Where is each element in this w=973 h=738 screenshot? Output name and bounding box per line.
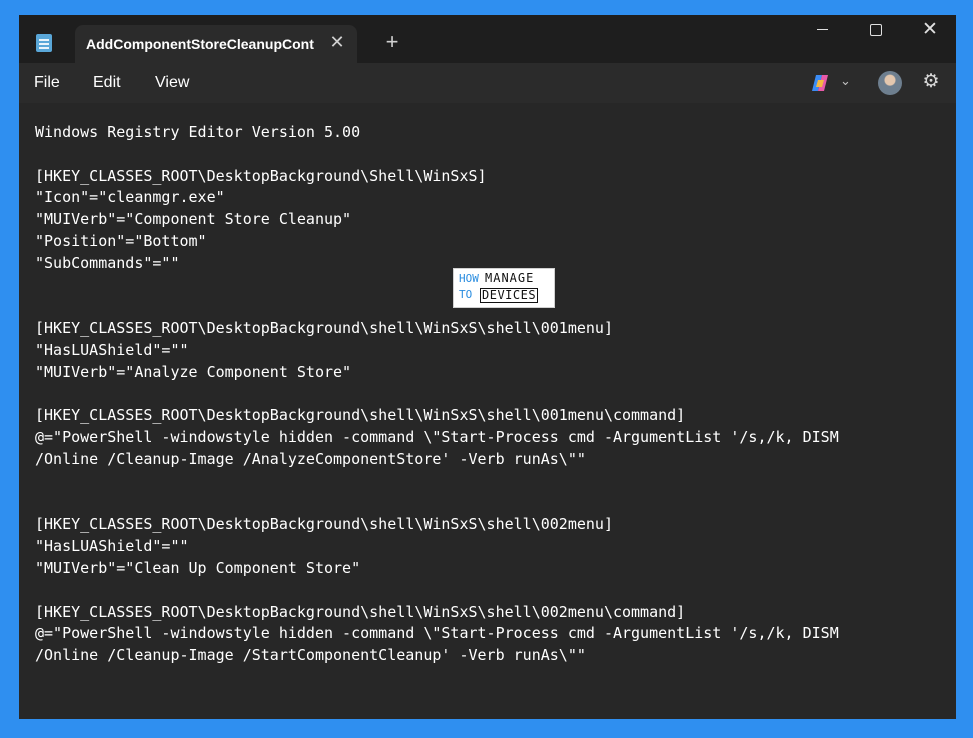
avatar[interactable] bbox=[878, 71, 902, 95]
close-icon: ✕ bbox=[922, 19, 938, 40]
maximize-icon bbox=[870, 23, 882, 36]
close-tab-icon[interactable]: ✕ bbox=[327, 32, 347, 52]
menu-bar: File Edit View ⌄ ⚙ bbox=[19, 63, 956, 103]
text-line: Windows Registry Editor Version 5.00 bbox=[35, 123, 361, 141]
text-editor[interactable]: Windows Registry Editor Version 5.00 [HK… bbox=[19, 103, 956, 719]
text-line: [HKEY_CLASSES_ROOT\DesktopBackground\she… bbox=[35, 319, 613, 338]
text-line: "SubCommands"="" bbox=[35, 253, 180, 272]
menu-file[interactable]: File bbox=[34, 74, 60, 92]
title-bar: AddComponentStoreCleanupCont ✕ + ✕ bbox=[19, 15, 956, 63]
text-line: [HKEY_CLASSES_ROOT\DesktopBackground\she… bbox=[35, 602, 686, 621]
minimize-button[interactable] bbox=[797, 15, 847, 47]
text-line: "Position"="Bottom" bbox=[35, 231, 207, 250]
text-line: "HasLUAShield"="" bbox=[35, 537, 189, 556]
text-line: [HKEY_CLASSES_ROOT\DesktopBackground\She… bbox=[35, 166, 487, 185]
text-line: "HasLUAShield"="" bbox=[35, 340, 189, 359]
text-line: "MUIVerb"="Analyze Component Store" bbox=[35, 362, 352, 381]
new-tab-button[interactable]: + bbox=[381, 30, 403, 54]
copilot-icon[interactable] bbox=[810, 74, 830, 92]
text-line: @="PowerShell -windowstyle hidden -comma… bbox=[35, 428, 839, 447]
close-window-button[interactable]: ✕ bbox=[905, 15, 955, 47]
text-line: [HKEY_CLASSES_ROOT\DesktopBackground\she… bbox=[35, 515, 613, 534]
text-line: "Icon"="cleanmgr.exe" bbox=[35, 188, 225, 207]
logo-text-devices: DEVICES bbox=[480, 288, 539, 303]
menu-view[interactable]: View bbox=[155, 74, 189, 92]
logo-text-manage: MANAGE bbox=[485, 271, 535, 285]
document-text[interactable]: Windows Registry Editor Version 5.00 [HK… bbox=[35, 122, 935, 667]
menu-edit[interactable]: Edit bbox=[93, 74, 121, 92]
text-line: /Online /Cleanup-Image /StartComponentCl… bbox=[35, 646, 586, 665]
gear-icon[interactable]: ⚙ bbox=[921, 71, 941, 93]
notepad-icon bbox=[36, 34, 52, 52]
minimize-icon bbox=[816, 29, 828, 31]
text-line: /Online /Cleanup-Image /AnalyzeComponent… bbox=[35, 449, 586, 468]
tab-title: AddComponentStoreCleanupCont bbox=[86, 36, 314, 52]
text-line: @="PowerShell -windowstyle hidden -comma… bbox=[35, 624, 839, 643]
text-line: [HKEY_CLASSES_ROOT\DesktopBackground\she… bbox=[35, 406, 686, 425]
how-to-manage-devices-logo: HOW TO MANAGE DEVICES bbox=[453, 268, 555, 308]
logo-text-to: TO bbox=[459, 288, 473, 301]
logo-text-how: HOW bbox=[459, 272, 479, 285]
tab-active-document[interactable]: AddComponentStoreCleanupCont ✕ bbox=[75, 25, 357, 63]
maximize-button[interactable] bbox=[851, 15, 901, 47]
notepad-window: AddComponentStoreCleanupCont ✕ + ✕ File … bbox=[19, 15, 956, 719]
text-line: "MUIVerb"="Clean Up Component Store" bbox=[35, 558, 361, 577]
chevron-down-icon[interactable]: ⌄ bbox=[840, 73, 851, 89]
text-line: "MUIVerb"="Component Store Cleanup" bbox=[35, 210, 352, 229]
